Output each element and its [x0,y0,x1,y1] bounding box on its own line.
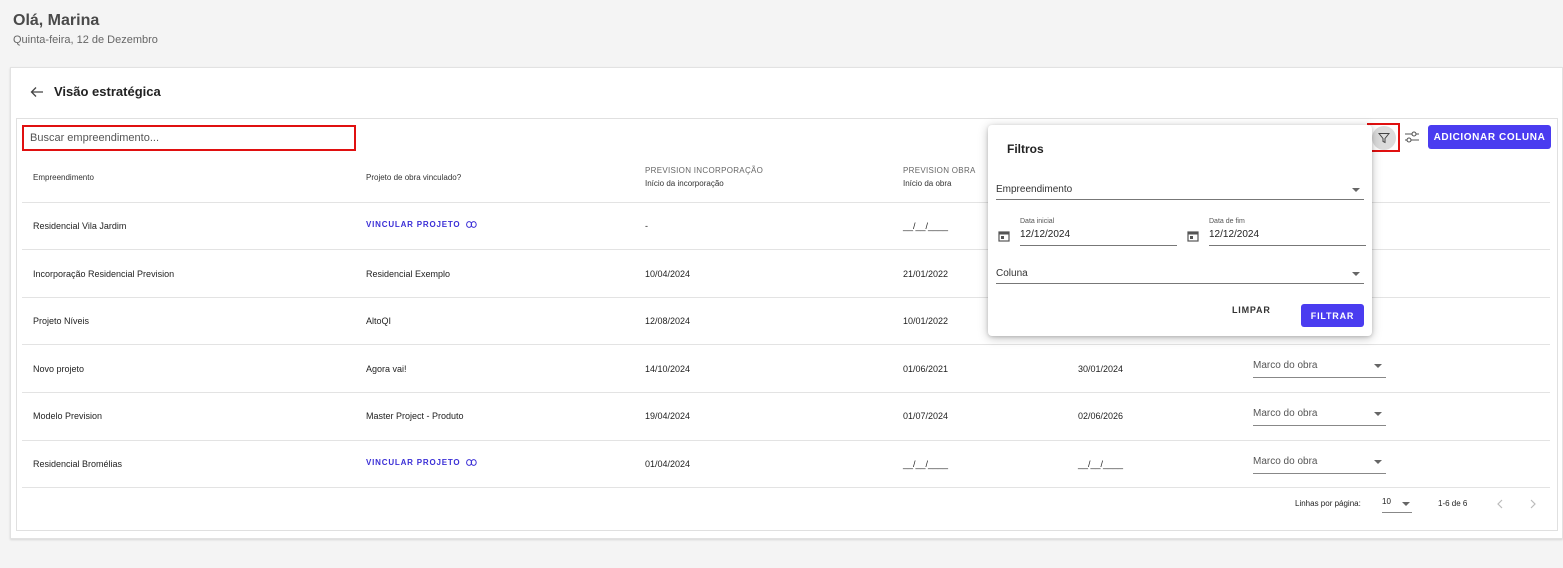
greeting-date: Quinta-feira, 12 de Dezembro [13,34,158,46]
rows-per-page-select[interactable]: 10 [1382,497,1412,513]
cell-empreendimento: Incorporação Residencial Prevision [33,269,175,279]
cell-inicio-obra: __/__/____ [903,221,949,231]
cell-fim: 02/06/2026 [1078,411,1124,421]
cell-inicio-incorporacao: 01/04/2024 [645,459,691,469]
cell-inicio-obra: 10/01/2022 [903,316,949,326]
marco-select[interactable]: Marco do obra [1253,406,1386,426]
header-inicio-obra[interactable]: Início da obra [903,179,951,188]
cell-inicio-obra: 01/06/2021 [903,364,949,374]
header-empreendimento[interactable]: Empreendimento [33,173,94,182]
cell-empreendimento: Projeto Níveis [33,316,90,326]
dropdown-arrow-icon [1402,502,1410,506]
pagination-range: 1-6 de 6 [1438,499,1468,508]
link-icon [466,459,478,466]
cell-projeto: AltoQI [366,316,392,326]
marco-select[interactable]: Marco do obra [1253,358,1386,378]
cell-fim: 30/01/2024 [1078,364,1124,374]
greeting-title: Olá, Marina [13,12,100,29]
chevron-right-icon[interactable] [1527,497,1539,511]
rows-per-page-label: Linhas por página: [1295,499,1361,508]
end-date-input[interactable]: 12/12/2024 [1209,229,1366,246]
start-date-input[interactable]: 12/12/2024 [1020,229,1177,246]
coluna-select-label: Coluna [996,268,1028,279]
cell-projeto: Master Project - Produto [366,411,464,421]
tune-icon [1405,131,1419,143]
cell-empreendimento: Modelo Prevision [33,411,103,421]
cell-inicio-incorporacao: - [645,221,648,231]
link-project-button[interactable]: VINCULAR PROJETO [366,458,478,467]
dropdown-arrow-icon [1352,188,1360,192]
cell-inicio-obra: 21/01/2022 [903,269,949,279]
filters-title: Filtros [1007,142,1044,156]
empreendimento-select-label: Empreendimento [996,184,1073,195]
dropdown-arrow-icon [1374,364,1382,368]
link-icon [466,221,478,228]
link-project-label: VINCULAR PROJETO [366,220,461,229]
arrow-back-icon[interactable] [30,85,44,99]
cell-empreendimento: Residencial Vila Jardim [33,221,127,231]
chevron-left-icon[interactable] [1494,497,1506,511]
cell-inicio-incorporacao: 12/08/2024 [645,316,691,326]
cell-projeto: Residencial Exemplo [366,269,451,279]
cell-inicio-incorporacao: 10/04/2024 [645,269,691,279]
marco-select-value: Marco do obra [1253,456,1318,467]
clear-button[interactable]: LIMPAR [1232,305,1271,315]
column-settings-button[interactable] [1403,128,1421,146]
rows-per-page-value: 10 [1382,497,1391,506]
header-inicio-incorporacao[interactable]: Início da incorporação [645,179,724,188]
cell-projeto: Agora vai! [366,364,407,374]
dropdown-arrow-icon [1374,412,1382,416]
header-obra-group: PREVISION OBRA [903,166,976,175]
cell-inicio-incorporacao: 14/10/2024 [645,364,691,374]
cell-empreendimento: Novo projeto [33,364,85,374]
end-date-field[interactable]: Data de fim 12/12/2024 [1187,218,1367,246]
apply-filter-button[interactable]: FILTRAR [1301,304,1364,327]
add-column-button[interactable]: ADICIONAR COLUNA [1428,125,1551,149]
header-projeto[interactable]: Projeto de obra vinculado? [366,173,461,182]
cell-inicio-obra: 01/07/2024 [903,411,949,421]
dropdown-arrow-icon [1374,460,1382,464]
cell-inicio-obra: __/__/____ [903,459,949,469]
empreendimento-select[interactable]: Empreendimento [996,182,1364,200]
link-project-button[interactable]: VINCULAR PROJETO [366,220,478,229]
marco-select-value: Marco do obra [1253,360,1318,371]
start-date-field[interactable]: Data inicial 12/12/2024 [998,218,1178,246]
greeting: Olá, Marina Quinta-feira, 12 de Dezembro [13,12,158,46]
search-box[interactable] [22,125,356,151]
calendar-icon [1187,231,1199,242]
cell-empreendimento: Residencial Bromélias [33,459,123,469]
search-input[interactable] [30,132,354,144]
filters-popover: Filtros Empreendimento Data inicial 12/1… [988,125,1372,336]
calendar-icon [998,231,1010,242]
card-header: Visão estratégica [30,84,161,99]
link-project-label: VINCULAR PROJETO [366,458,461,467]
coluna-select[interactable]: Coluna [996,266,1364,284]
cell-fim: __/__/____ [1078,459,1124,469]
end-date-label: Data de fim [1209,218,1245,225]
cell-inicio-incorporacao: 19/04/2024 [645,411,691,421]
marco-select[interactable]: Marco do obra [1253,454,1386,474]
dropdown-arrow-icon [1352,272,1360,276]
filter-icon [1377,132,1390,143]
marco-select-value: Marco do obra [1253,408,1318,419]
page-title: Visão estratégica [54,84,161,99]
start-date-label: Data inicial [1020,218,1055,225]
header-incorporacao-group: PREVISION INCORPORAÇÃO [645,166,764,175]
